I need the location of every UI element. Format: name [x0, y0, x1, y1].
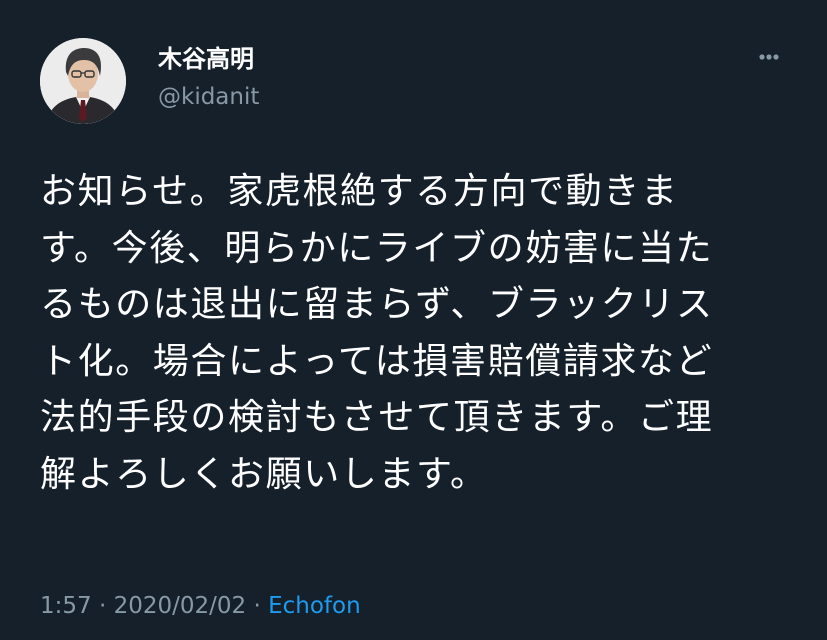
more-options-icon [759, 54, 779, 60]
tweet-text-line: 解よろしくお願いします。 [40, 453, 488, 495]
tweet-text-line: す。今後、明らかにライブの妨害に当た [40, 227, 714, 269]
tweet-text-line: ト化。場合によっては損害賠償請求など [40, 340, 714, 382]
more-options-button[interactable] [752, 40, 786, 74]
user-handle[interactable]: @kidanit [158, 82, 259, 112]
profile-photo [40, 38, 126, 124]
tweet-time[interactable]: 1:57 [40, 593, 92, 619]
tweet-date[interactable]: 2020/02/02 [114, 593, 247, 619]
tweet: 木谷高明 @kidanit お知らせ。家虎根絶する方向で動きま す。今後、明らか… [0, 0, 827, 640]
tweet-metadata: 1:57 · 2020/02/02 · Echofon [40, 589, 361, 623]
tweet-text-line: るものは退出に留まらず、ブラックリス [40, 284, 714, 325]
avatar[interactable] [40, 38, 126, 124]
display-name[interactable]: 木谷高明 [158, 44, 259, 74]
tweet-source-link[interactable]: Echofon [268, 593, 361, 619]
meta-separator: · [253, 593, 261, 619]
tweet-text-line: 法的手段の検討もさせて頂きます。ご理 [40, 397, 714, 438]
tweet-text: お知らせ。家虎根絶する方向で動きま す。今後、明らかにライブの妨害に当た るもの… [40, 164, 810, 503]
tweet-text-line: お知らせ。家虎根絶する方向で動きま [40, 171, 679, 212]
user-info: 木谷高明 @kidanit [158, 44, 259, 112]
meta-separator: · [98, 593, 107, 619]
